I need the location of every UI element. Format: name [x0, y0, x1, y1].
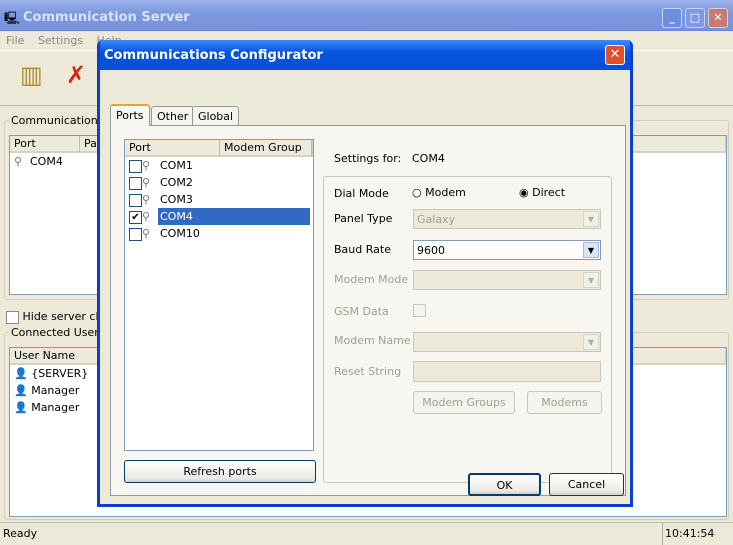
port-name: COM4 — [30, 155, 63, 168]
users-group-label: Connected Users — [9, 326, 107, 339]
port-name: COM3 — [160, 193, 193, 206]
baud-rate-label: Baud Rate — [334, 243, 391, 256]
reset-string-input[interactable] — [413, 361, 601, 382]
gsm-data-label: GSM Data — [334, 305, 389, 318]
menu-settings[interactable]: Settings — [38, 34, 83, 47]
port-name: COM2 — [160, 176, 193, 189]
ok-button[interactable]: OK — [468, 473, 541, 496]
status-bar: Ready 10:41:54 — [0, 522, 733, 545]
port-icon: ⚲ — [14, 155, 23, 168]
user-icon: 👤 — [14, 401, 28, 414]
port-checkbox[interactable] — [129, 193, 142, 207]
dial-mode-direct-radio[interactable]: ◉ Direct — [519, 186, 565, 199]
tab-ports[interactable]: Ports — [110, 104, 150, 126]
baud-rate-value: 9600 — [417, 244, 445, 257]
port-list[interactable]: Port Modem Group ⚲ COM1 ⚲ COM2 ⚲ COM3 ✔ ⚲ COM4 ⚲ CO… — [124, 139, 314, 451]
port-row[interactable]: ⚲ COM2 — [125, 174, 313, 191]
dial-mode-modem-radio[interactable]: ○ Modem — [412, 186, 466, 199]
status-text: Ready — [3, 527, 38, 540]
user-name: Manager — [31, 384, 80, 397]
gsm-data-checkbox[interactable] — [413, 304, 426, 317]
dialog-close-button[interactable]: ✕ — [605, 45, 625, 65]
dial-mode-label: Dial Mode — [334, 187, 389, 200]
cancel-button[interactable]: Cancel — [549, 473, 624, 496]
user-name: {SERVER} — [31, 367, 89, 380]
panel-type-label: Panel Type — [334, 212, 393, 225]
configure-icon[interactable]: ▥ — [20, 61, 43, 89]
port-row[interactable]: ✔ ⚲ COM4 — [125, 208, 313, 225]
settings-for-label: Settings for: — [334, 152, 402, 165]
app-icon: 🖳 — [4, 11, 21, 25]
tab-global[interactable]: Global — [192, 106, 240, 126]
panel-type-value: Galaxy — [417, 213, 456, 226]
modem-mode-select[interactable]: ▼ — [413, 270, 601, 290]
col-port[interactable]: Port — [10, 136, 80, 152]
reset-string-label: Reset String — [334, 365, 402, 378]
port-list-header: Port Modem Group — [125, 140, 313, 157]
delete-icon[interactable]: ✗ — [66, 61, 86, 89]
status-time: 10:41:54 — [662, 523, 716, 545]
baud-rate-select[interactable]: 9600 ▼ — [413, 240, 601, 260]
port-checkbox[interactable] — [129, 176, 142, 190]
port-row[interactable]: ⚲ COM10 — [125, 225, 313, 242]
col-port[interactable]: Port — [125, 140, 220, 156]
main-title: Communication Server — [23, 10, 190, 25]
chevron-down-icon: ▼ — [583, 272, 599, 288]
port-icon: ⚲ — [142, 210, 151, 223]
radio-label: Modem — [425, 186, 466, 199]
modem-groups-button[interactable]: Modem Groups — [413, 391, 515, 414]
port-icon: ⚲ — [142, 227, 151, 240]
port-name: COM10 — [160, 227, 200, 240]
port-row[interactable]: ⚲ COM3 — [125, 191, 313, 208]
settings-group: Dial Mode ○ Modem ◉ Direct Panel Type Ga… — [323, 176, 612, 483]
modem-name-label: Modem Name — [334, 334, 411, 347]
user-icon: 👤 — [14, 384, 28, 397]
modem-mode-label: Modem Mode — [334, 273, 409, 286]
maximize-button[interactable]: □ — [685, 8, 705, 28]
close-button[interactable]: ✕ — [708, 8, 728, 28]
port-name: COM4 — [158, 208, 310, 225]
menu-file[interactable]: File — [6, 34, 24, 47]
port-checkbox[interactable] — [129, 227, 142, 241]
modem-name-select[interactable]: ▼ — [413, 332, 601, 352]
col-modem-group[interactable]: Modem Group — [220, 140, 312, 156]
user-name: Manager — [31, 401, 80, 414]
chevron-down-icon: ▼ — [583, 211, 599, 227]
user-icon: 👤 — [14, 367, 28, 380]
main-title-bar: 🖳 Communication Server _ □ ✕ — [0, 0, 733, 31]
chevron-down-icon: ▼ — [583, 334, 599, 350]
settings-for-value: COM4 — [412, 152, 445, 165]
chevron-down-icon: ▼ — [583, 242, 599, 258]
minimize-button[interactable]: _ — [662, 8, 682, 28]
col-user-name[interactable]: User Name — [10, 348, 100, 364]
tab-other[interactable]: Other — [151, 106, 195, 126]
panel-type-select[interactable]: Galaxy ▼ — [413, 209, 601, 229]
port-checkbox[interactable] — [129, 159, 142, 173]
port-icon: ⚲ — [142, 176, 151, 189]
port-row[interactable]: ⚲ COM1 — [125, 157, 313, 174]
radio-label: Direct — [532, 186, 566, 199]
refresh-ports-button[interactable]: Refresh ports — [124, 460, 316, 483]
port-checkbox[interactable]: ✔ — [129, 210, 142, 224]
modems-button[interactable]: Modems — [527, 391, 602, 414]
ports-panel: Port Modem Group ⚲ COM1 ⚲ COM2 ⚲ COM3 ✔ ⚲ COM4 ⚲ CO… — [110, 125, 626, 496]
port-icon: ⚲ — [142, 193, 151, 206]
dialog-title: Communications Configurator — [104, 48, 323, 63]
port-name: COM1 — [160, 159, 193, 172]
dialog-title-bar: Communications Configurator ✕ — [100, 40, 630, 70]
port-icon: ⚲ — [142, 159, 151, 172]
configurator-dialog: Communications Configurator ✕ Ports Othe… — [97, 40, 633, 507]
